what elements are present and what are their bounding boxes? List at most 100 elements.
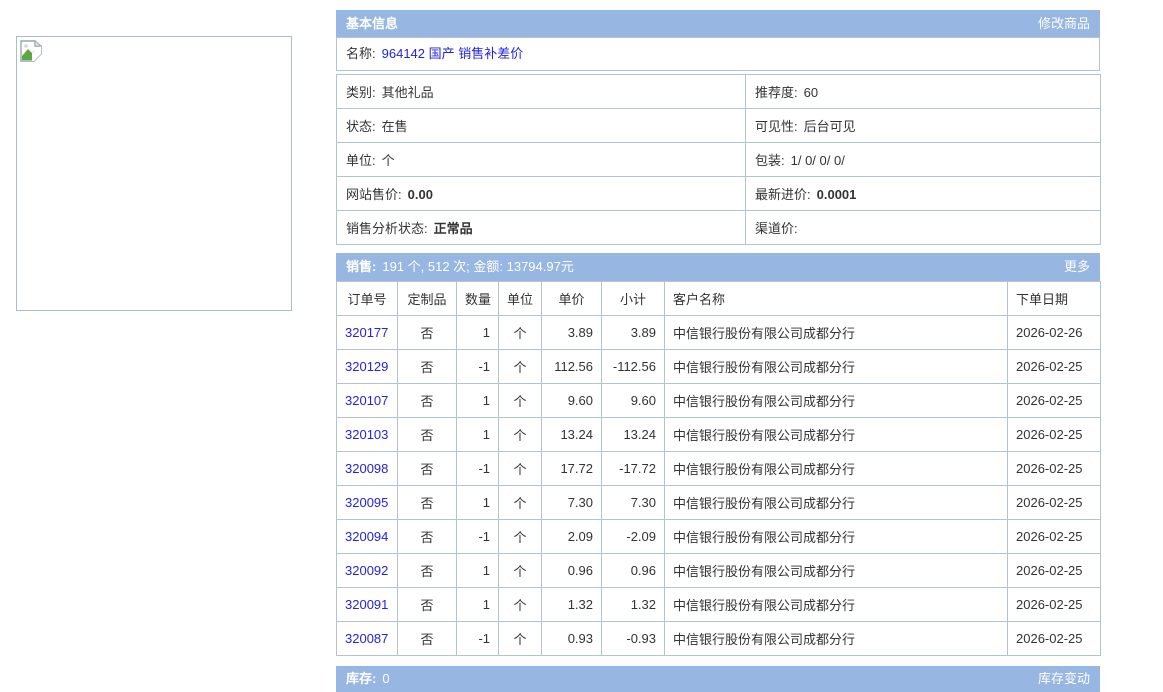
table-row: 320098 否 -1 个 17.72 -17.72 中信银行股份有限公司成都分… [337,452,1101,486]
custom-cell: 否 [398,316,457,350]
subtotal-cell: 3.89 [602,316,665,350]
date-cell: 2026-02-25 [1008,588,1101,622]
purchase-price-value: 0.0001 [817,187,857,202]
customer-cell: 中信银行股份有限公司成都分行 [665,622,1008,656]
sales-summary: 销售:191 个, 512 次; 金额: 13794.97元 [346,253,574,281]
qty-cell: 1 [457,554,499,588]
order-no-link[interactable]: 320094 [345,529,388,544]
price-cell: 1.32 [542,588,602,622]
qty-cell: 1 [457,588,499,622]
customer-cell: 中信银行股份有限公司成都分行 [665,452,1008,486]
table-row: 320092 否 1 个 0.96 0.96 中信银行股份有限公司成都分行 20… [337,554,1101,588]
product-detail-panel: 基本信息 修改商品 名称:964142 国产 销售补差价 类别:其他礼品 推荐度… [336,10,1100,692]
order-no-cell: 320092 [337,554,398,588]
unit-cell: 个 [499,384,542,418]
custom-cell: 否 [398,622,457,656]
price-cell: 9.60 [542,384,602,418]
table-row: 320087 否 -1 个 0.93 -0.93 中信银行股份有限公司成都分行 … [337,622,1101,656]
price-cell: 13.24 [542,418,602,452]
order-no-link[interactable]: 320087 [345,631,388,646]
customer-cell: 中信银行股份有限公司成都分行 [665,384,1008,418]
qty-cell: -1 [457,622,499,656]
channel-price-cell: 渠道价: [746,211,1101,245]
more-link[interactable]: 更多 [1064,253,1090,281]
status-value: 在售 [382,119,408,134]
qty-cell: 1 [457,486,499,520]
info-row-status: 状态:在售 可见性:后台可见 [337,109,1101,143]
order-no-cell: 320177 [337,316,398,350]
order-no-link[interactable]: 320091 [345,597,388,612]
order-no-link[interactable]: 320129 [345,359,388,374]
stock-changes-link[interactable]: 库存变动 [1038,666,1090,692]
subtotal-cell: -2.09 [602,520,665,554]
table-row: 320094 否 -1 个 2.09 -2.09 中信银行股份有限公司成都分行 … [337,520,1101,554]
customer-cell: 中信银行股份有限公司成都分行 [665,350,1008,384]
stock-bar: 库存:0 库存变动 [336,666,1100,692]
col-order-no: 订单号 [337,282,398,316]
package-cell: 包装:1/ 0/ 0/ 0/ [746,143,1101,177]
info-row-analysis: 销售分析状态:正常品 渠道价: [337,211,1101,245]
date-cell: 2026-02-25 [1008,622,1101,656]
table-row: 320177 否 1 个 3.89 3.89 中信银行股份有限公司成都分行 20… [337,316,1101,350]
order-no-cell: 320107 [337,384,398,418]
qty-cell: -1 [457,452,499,486]
col-customer: 客户名称 [665,282,1008,316]
price-cell: 0.96 [542,554,602,588]
status-cell: 状态:在售 [337,109,746,143]
unit-cell: 单位:个 [337,143,746,177]
order-no-link[interactable]: 320107 [345,393,388,408]
col-qty: 数量 [457,282,499,316]
custom-cell: 否 [398,520,457,554]
table-row: 320103 否 1 个 13.24 13.24 中信银行股份有限公司成都分行 … [337,418,1101,452]
basic-info-header-bar: 基本信息 修改商品 [336,10,1100,37]
unit-cell: 个 [499,520,542,554]
category-value: 其他礼品 [382,85,434,100]
subtotal-cell: 9.60 [602,384,665,418]
basic-info-title: 基本信息 [346,10,398,37]
price-cell: 112.56 [542,350,602,384]
table-row: 320107 否 1 个 9.60 9.60 中信银行股份有限公司成都分行 20… [337,384,1101,418]
order-no-link[interactable]: 320092 [345,563,388,578]
custom-cell: 否 [398,384,457,418]
order-no-cell: 320094 [337,520,398,554]
unit-cell: 个 [499,350,542,384]
date-cell: 2026-02-25 [1008,520,1101,554]
site-price-cell: 网站售价:0.00 [337,177,746,211]
product-name-link[interactable]: 964142 国产 销售补差价 [382,46,524,61]
analysis-status-value: 正常品 [434,221,473,236]
info-row-category: 类别: 其他礼品 推荐度:60 [337,75,1101,109]
qty-cell: -1 [457,520,499,554]
order-no-link[interactable]: 320177 [345,325,388,340]
category-label: 类别: [346,85,376,100]
col-unit: 单位 [499,282,542,316]
date-cell: 2026-02-25 [1008,554,1101,588]
order-no-cell: 320087 [337,622,398,656]
customer-cell: 中信银行股份有限公司成都分行 [665,520,1008,554]
subtotal-cell: 1.32 [602,588,665,622]
table-row: 320095 否 1 个 7.30 7.30 中信银行股份有限公司成都分行 20… [337,486,1101,520]
customer-cell: 中信银行股份有限公司成都分行 [665,554,1008,588]
analysis-status-cell: 销售分析状态:正常品 [337,211,746,245]
unit-cell: 个 [499,486,542,520]
order-no-link[interactable]: 320098 [345,461,388,476]
recommend-cell: 推荐度:60 [746,75,1101,109]
table-row: 320091 否 1 个 1.32 1.32 中信银行股份有限公司成都分行 20… [337,588,1101,622]
site-price-value: 0.00 [408,187,433,202]
order-no-link[interactable]: 320103 [345,427,388,442]
subtotal-cell: 7.30 [602,486,665,520]
package-label: 包装: [755,153,785,168]
table-row: 320129 否 -1 个 112.56 -112.56 中信银行股份有限公司成… [337,350,1101,384]
sales-summary-label: 销售: [346,259,376,274]
sales-table-header-row: 订单号 定制品 数量 单位 单价 小计 客户名称 下单日期 [337,282,1101,316]
qty-cell: 1 [457,418,499,452]
qty-cell: 1 [457,316,499,350]
col-date: 下单日期 [1008,282,1101,316]
edit-product-link[interactable]: 修改商品 [1038,10,1090,37]
custom-cell: 否 [398,486,457,520]
custom-cell: 否 [398,452,457,486]
category-cell: 类别: 其他礼品 [337,75,746,109]
basic-info-table: 类别: 其他礼品 推荐度:60 状态:在售 可见性:后台可见 单位:个 包装:1/… [336,74,1101,245]
order-no-link[interactable]: 320095 [345,495,388,510]
subtotal-cell: -0.93 [602,622,665,656]
info-row-unit: 单位:个 包装:1/ 0/ 0/ 0/ [337,143,1101,177]
